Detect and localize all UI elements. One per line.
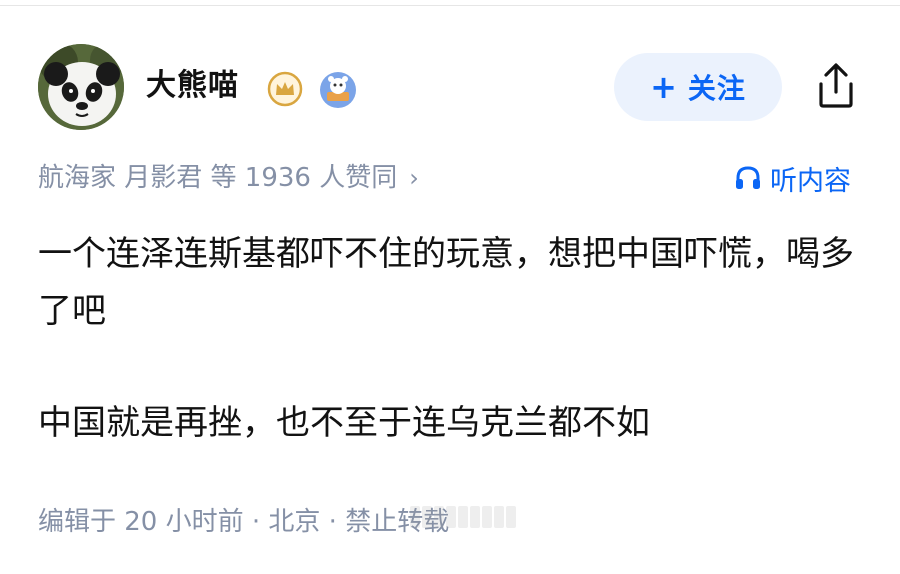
- crown-badge-icon[interactable]: [267, 71, 303, 107]
- follow-label: 关注: [687, 72, 746, 105]
- answer-card: 大熊喵 + 关注 航海家 月影君 等 1936 人赞同 › 听内容 一个连泽连斯…: [0, 0, 900, 574]
- tinker-badge-icon[interactable]: [318, 70, 358, 110]
- answer-content: 一个连泽连斯基都吓不住的玩意，想把中国吓慌，喝多了吧 中国就是再挫，也不至于连乌…: [38, 226, 858, 452]
- follow-button[interactable]: + 关注: [614, 53, 782, 121]
- headphones-icon: [736, 166, 760, 189]
- answer-paragraph: 一个连泽连斯基都吓不住的玩意，想把中国吓慌，喝多了吧: [38, 234, 854, 331]
- watermark: [410, 506, 516, 528]
- author-name[interactable]: 大熊喵: [146, 66, 239, 106]
- voters-text: 航海家 月影君 等 1936 人赞同: [38, 163, 398, 193]
- voters-summary[interactable]: 航海家 月影君 等 1936 人赞同 ›: [38, 158, 419, 198]
- answer-paragraph: 中国就是再挫，也不至于连乌克兰都不如: [38, 403, 650, 443]
- chevron-right-icon: ›: [409, 164, 419, 192]
- share-icon[interactable]: [808, 58, 864, 114]
- listen-label: 听内容: [770, 165, 851, 197]
- edit-meta: 编辑于 20 小时前 · 北京 · 禁止转载: [38, 507, 450, 537]
- panda-avatar-icon: [38, 44, 124, 130]
- listen-button[interactable]: 听内容: [734, 158, 851, 198]
- plus-icon: +: [650, 68, 678, 106]
- author-avatar[interactable]: [38, 44, 124, 130]
- top-divider: [0, 5, 900, 6]
